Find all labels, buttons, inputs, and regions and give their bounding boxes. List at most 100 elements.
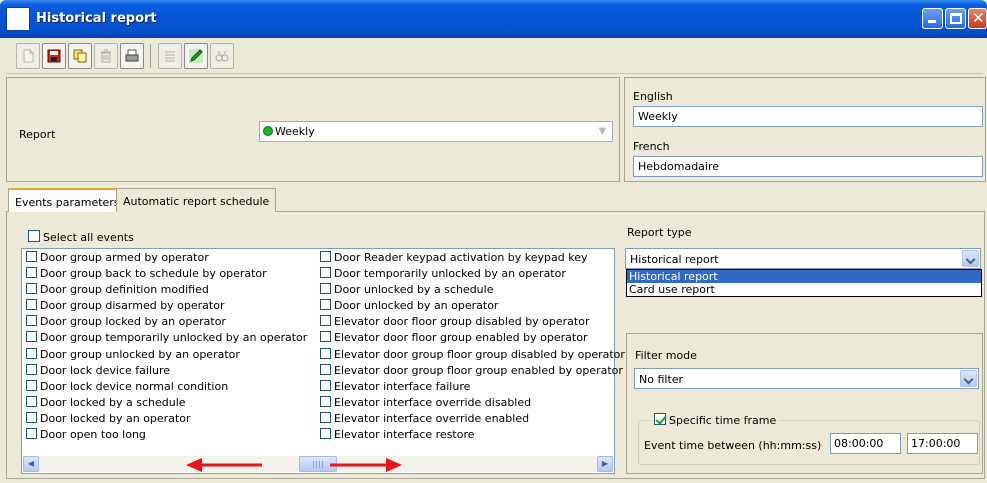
french-label: French <box>633 140 670 153</box>
checkbox-icon <box>320 379 331 391</box>
find-button[interactable] <box>210 43 234 69</box>
report-type-option[interactable]: Historical report <box>627 270 981 283</box>
event-checkbox-item[interactable]: Door Reader keypad activation by keypad … <box>320 250 625 266</box>
report-select[interactable]: Weekly ▼ <box>259 121 613 142</box>
scroll-left-button[interactable]: ◀ <box>23 456 39 472</box>
event-checkbox-item[interactable]: Elevator interface restore <box>320 427 625 443</box>
event-label: Door temporarily unlocked by an operator <box>334 267 566 281</box>
event-checkbox-item[interactable]: Door temporarily unlocked by an operator <box>320 266 625 282</box>
french-field[interactable]: Hebdomadaire <box>633 156 983 177</box>
event-checkbox-item[interactable]: Door group definition modified <box>26 282 307 298</box>
event-checkbox-item[interactable]: Door locked by a schedule <box>26 395 307 411</box>
chevron-down-icon[interactable]: ▼ <box>595 124 610 139</box>
delete-button[interactable] <box>94 43 118 69</box>
checkbox-icon <box>26 267 37 279</box>
checkbox-icon <box>26 283 37 295</box>
event-label: Door open too long <box>40 428 146 442</box>
edit-button[interactable] <box>184 43 208 69</box>
event-checkbox-item[interactable]: Door group armed by operator <box>26 250 307 266</box>
event-label: Elevator interface failure <box>334 379 471 393</box>
event-label: Door group temporarily unlocked by an op… <box>40 331 308 345</box>
report-type-select[interactable]: Historical report <box>625 248 981 269</box>
event-checkbox-item[interactable]: Door group back to schedule by operator <box>26 266 307 282</box>
checkbox-icon <box>26 299 37 311</box>
close-icon: ✕ <box>972 9 985 27</box>
start-time-field[interactable]: 08:00:00 <box>830 433 901 454</box>
event-checkbox-item[interactable]: Door lock device normal condition <box>26 379 307 395</box>
chevron-down-icon[interactable] <box>962 250 979 267</box>
list-button[interactable] <box>158 43 182 69</box>
checkbox-icon <box>26 331 37 343</box>
filter-mode-label: Filter mode <box>635 349 697 362</box>
event-label: Door unlocked by a schedule <box>334 283 494 297</box>
tab-events-parameters[interactable]: Events parameters <box>8 188 127 212</box>
event-checkbox-item[interactable]: Elevator door group floor group enabled … <box>320 363 625 379</box>
maximize-button[interactable] <box>945 8 966 29</box>
checkbox-icon <box>26 347 37 359</box>
event-checkbox-item[interactable]: Door group locked by an operator <box>26 314 307 330</box>
list-icon <box>165 51 175 62</box>
checkbox-icon <box>26 363 37 375</box>
event-checkbox-item[interactable]: Door unlocked by an operator <box>320 298 625 314</box>
event-checkbox-item[interactable]: Elevator interface override disabled <box>320 395 625 411</box>
time-frame-group: Specific time frame Event time between (… <box>638 413 980 465</box>
time-between-label: Event time between (hh:mm:ss) <box>644 439 822 452</box>
event-checkbox-item[interactable]: Elevator interface failure <box>320 379 625 395</box>
checkbox-icon <box>320 331 331 343</box>
checkbox-icon <box>26 379 37 391</box>
event-checkbox-item[interactable]: Door group temporarily unlocked by an op… <box>26 330 307 346</box>
event-checkbox-item[interactable]: Door group unlocked by an operator <box>26 347 307 363</box>
horizontal-scrollbar[interactable]: ◀ ▶ <box>23 456 613 472</box>
checkbox-icon <box>320 411 331 423</box>
event-checkbox-item[interactable]: Elevator interface override enabled <box>320 411 625 427</box>
checkbox-icon <box>26 395 37 407</box>
find-icon <box>215 51 229 62</box>
filter-mode-select[interactable]: No filter <box>634 368 979 389</box>
english-label: English <box>633 90 673 103</box>
event-checkbox-item[interactable]: Elevator door floor group enabled by ope… <box>320 330 625 346</box>
window-title: Historical report <box>36 11 157 26</box>
report-type-option[interactable]: Card use report <box>627 283 981 296</box>
event-label: Elevator interface restore <box>334 428 475 442</box>
new-button[interactable] <box>16 43 40 69</box>
event-label: Door group locked by an operator <box>40 315 226 329</box>
app-icon <box>6 7 30 31</box>
event-label: Door group definition modified <box>40 283 209 297</box>
event-checkbox-item[interactable]: Door lock device failure <box>26 363 307 379</box>
event-checkbox-item[interactable]: Door locked by an operator <box>26 411 307 427</box>
checkbox-icon <box>26 251 37 262</box>
save-button[interactable] <box>42 43 66 69</box>
checkbox-icon <box>320 363 331 375</box>
minimize-icon <box>928 20 936 23</box>
language-panel: English Weekly French Hebdomadaire <box>624 77 986 182</box>
event-checkbox-item[interactable]: Door open too long <box>26 427 307 443</box>
event-label: Door group disarmed by operator <box>40 299 225 313</box>
event-label: Door lock device failure <box>40 363 171 377</box>
scroll-right-button[interactable]: ▶ <box>597 456 613 472</box>
event-checkbox-item[interactable]: Elevator door floor group disabled by op… <box>320 314 625 330</box>
end-time-field[interactable]: 17:00:00 <box>907 433 978 454</box>
checkbox-icon <box>26 411 37 423</box>
event-label: Elevator interface override disabled <box>334 395 532 409</box>
english-field[interactable]: Weekly <box>633 106 983 127</box>
event-checkbox-item[interactable]: Door group disarmed by operator <box>26 298 307 314</box>
checkbox-icon <box>320 428 331 440</box>
copy-icon <box>73 49 87 63</box>
event-checkbox-item[interactable]: Elevator door group floor group disabled… <box>320 347 625 363</box>
event-checkbox-item[interactable]: Door unlocked by a schedule <box>320 282 625 298</box>
close-button[interactable]: ✕ <box>968 8 987 29</box>
events-list: Door group armed by operator Door group b… <box>21 248 625 474</box>
chevron-down-icon[interactable] <box>960 370 977 387</box>
specific-time-frame-checkbox[interactable]: Specific time frame <box>651 413 780 427</box>
checkbox-checked-icon <box>654 413 666 425</box>
copy-button[interactable] <box>68 43 92 69</box>
report-value: Weekly <box>275 125 315 138</box>
tab-automatic-report-schedule[interactable]: Automatic report schedule <box>116 188 277 212</box>
select-all-checkbox[interactable]: Select all events <box>28 230 134 244</box>
filter-mode-value: No filter <box>639 373 684 386</box>
minimize-button[interactable] <box>922 8 943 29</box>
checkbox-icon <box>26 428 37 440</box>
event-label: Elevator door floor group disabled by op… <box>334 315 590 329</box>
print-button[interactable] <box>120 43 144 69</box>
right-arrow-annotation <box>330 458 402 472</box>
